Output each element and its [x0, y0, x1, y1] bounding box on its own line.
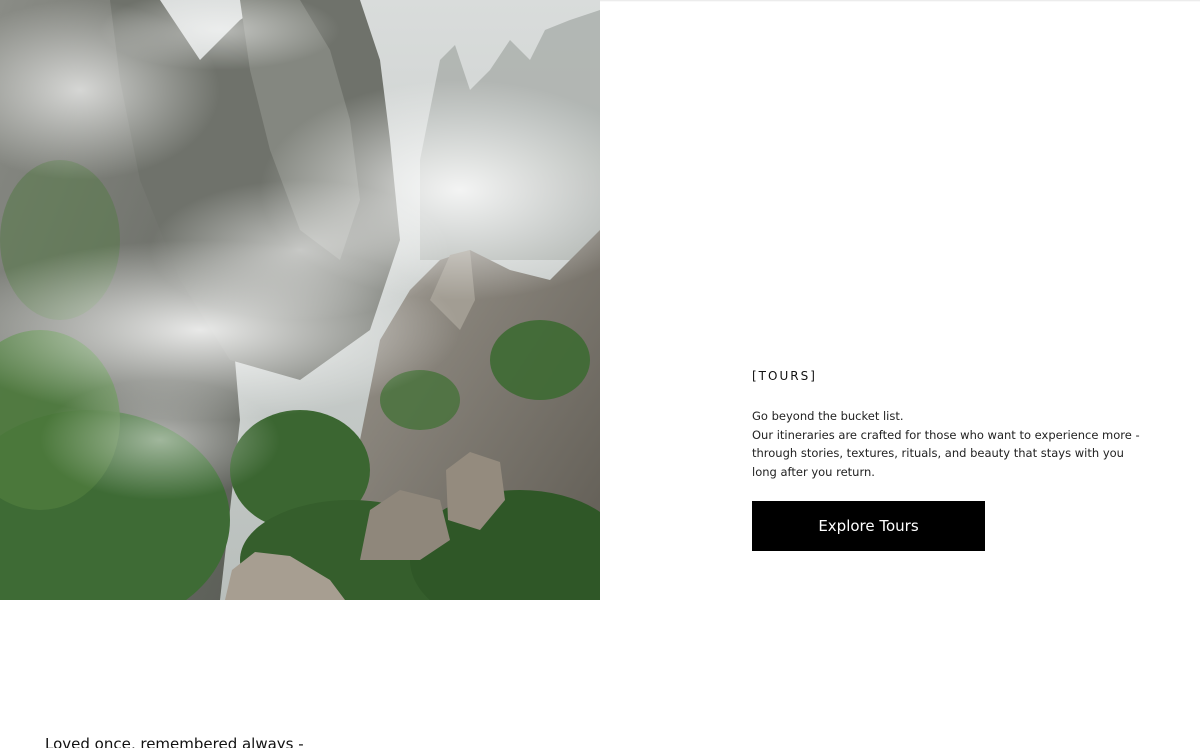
explore-tours-button[interactable]: Explore Tours: [752, 500, 985, 551]
hero-image: [0, 0, 600, 600]
tours-intro: Go beyond the bucket list.: [752, 409, 904, 423]
misty-mountain-landscape-photo: [0, 0, 600, 600]
tours-section: [TOURS] Go beyond the bucket list. Our i…: [752, 367, 1152, 551]
page: [TOURS] Go beyond the bucket list. Our i…: [0, 0, 1200, 748]
tours-body: Our itineraries are crafted for those wh…: [752, 427, 1140, 480]
tagline: Loved once, remembered always -: [45, 735, 304, 748]
tours-description: Go beyond the bucket list. Our itinerari…: [752, 407, 1152, 482]
section-label: [TOURS]: [752, 369, 817, 383]
